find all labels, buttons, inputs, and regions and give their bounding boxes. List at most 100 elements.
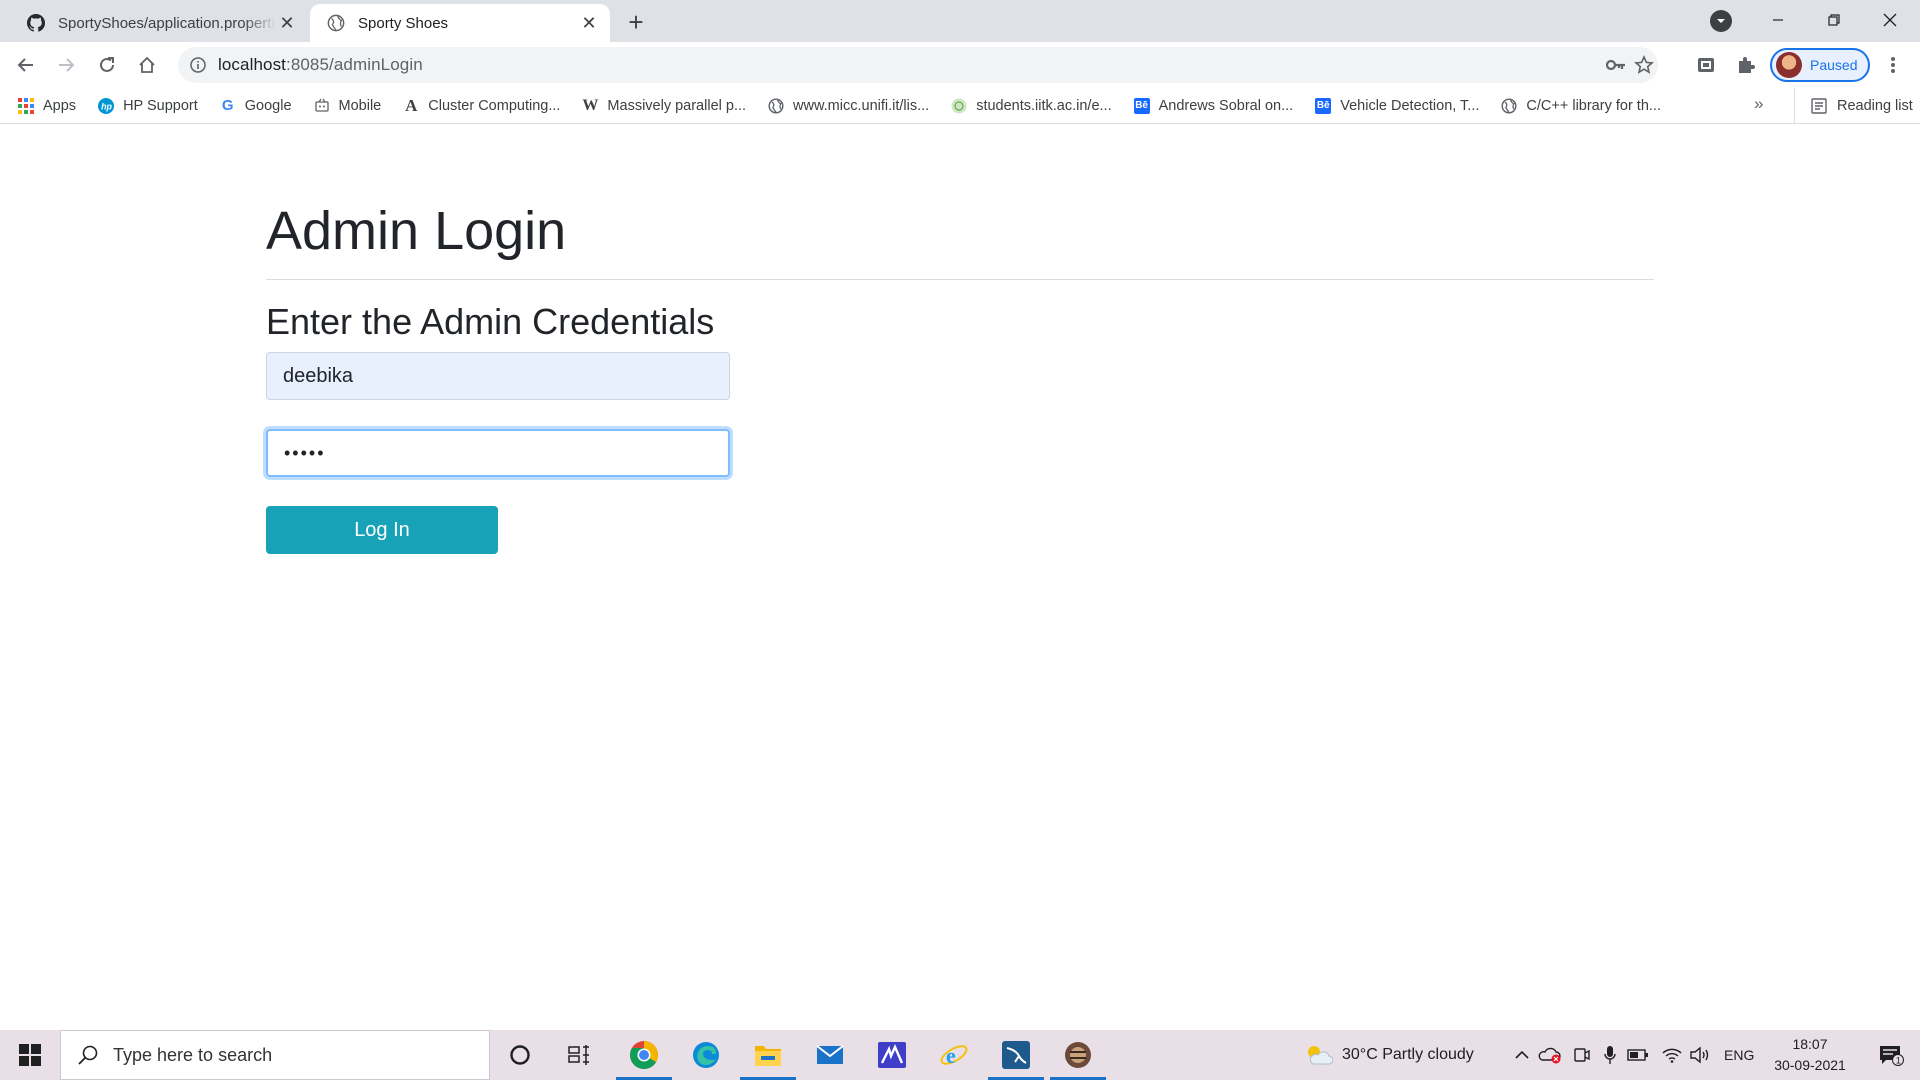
weather-text[interactable]: 30°C Partly cloudy bbox=[1342, 1030, 1474, 1080]
globe-icon bbox=[1501, 97, 1517, 114]
bookmark-mobile[interactable]: Mobile bbox=[314, 97, 382, 114]
file-explorer-icon[interactable] bbox=[738, 1030, 798, 1080]
key-icon[interactable] bbox=[1606, 55, 1626, 75]
bookmark-cpp-library[interactable]: C/C++ library for th... bbox=[1501, 98, 1661, 114]
wifi-icon[interactable] bbox=[1660, 1030, 1684, 1080]
task-view-icon[interactable] bbox=[550, 1030, 610, 1080]
bookmark-label: students.iitk.ac.in/e... bbox=[976, 97, 1112, 114]
mathworks-icon[interactable] bbox=[862, 1030, 922, 1080]
bookmark-students-iitk[interactable]: students.iitk.ac.in/e... bbox=[951, 97, 1112, 114]
tab-title: Sporty Shoes bbox=[358, 14, 449, 32]
forward-arrow-icon[interactable] bbox=[50, 49, 82, 81]
divider bbox=[266, 279, 1654, 280]
globe-icon bbox=[326, 13, 346, 33]
profile-button[interactable]: Paused bbox=[1770, 48, 1870, 82]
microphone-icon[interactable] bbox=[1598, 1030, 1622, 1080]
language-indicator[interactable]: ENG bbox=[1724, 1030, 1754, 1080]
bookmark-massively-parallel[interactable]: W Massively parallel p... bbox=[582, 96, 747, 114]
home-icon[interactable] bbox=[131, 49, 163, 81]
tab-title: SportyShoes/application.properti bbox=[58, 14, 275, 32]
globe-icon bbox=[768, 97, 784, 114]
chevron-up-icon[interactable] bbox=[1510, 1030, 1534, 1080]
site-info-icon[interactable] bbox=[188, 55, 208, 75]
svg-text:e: e bbox=[946, 1043, 956, 1068]
clock[interactable]: 18:07 30-09-2021 bbox=[1760, 1034, 1860, 1076]
bookmark-star-icon[interactable] bbox=[1634, 55, 1654, 75]
mobile-icon bbox=[314, 98, 330, 114]
browser-toolbar: localhost:8085/adminLogin Paused bbox=[0, 42, 1920, 88]
minimize-icon[interactable] bbox=[1750, 0, 1806, 40]
battery-icon[interactable] bbox=[1626, 1030, 1650, 1080]
back-arrow-icon[interactable] bbox=[10, 49, 42, 81]
notification-center-icon[interactable]: 1 bbox=[1866, 1030, 1916, 1080]
apps-grid-icon bbox=[18, 97, 34, 114]
bookmark-cluster-computing[interactable]: A Cluster Computing... bbox=[403, 95, 560, 115]
new-tab-button[interactable]: + bbox=[622, 7, 650, 37]
username-field[interactable]: deebika bbox=[266, 352, 730, 400]
credentials-heading: Enter the Admin Credentials bbox=[266, 301, 715, 342]
bookmark-hp-support[interactable]: hp HP Support bbox=[98, 97, 198, 114]
mysql-workbench-icon[interactable] bbox=[986, 1030, 1046, 1080]
url-host: localhost bbox=[218, 55, 286, 74]
page-content: Admin Login Enter the Admin Credentials … bbox=[0, 125, 1920, 1030]
behance-icon: Bē bbox=[1133, 97, 1150, 114]
avatar bbox=[1776, 52, 1802, 78]
address-bar[interactable]: localhost:8085/adminLogin bbox=[178, 47, 1658, 83]
cortana-icon[interactable] bbox=[490, 1030, 550, 1080]
close-tab-icon[interactable]: ✕ bbox=[276, 12, 298, 34]
eclipse-icon[interactable] bbox=[1048, 1030, 1108, 1080]
bookmark-label: Massively parallel p... bbox=[607, 97, 747, 114]
hp-icon: hp bbox=[98, 97, 115, 114]
bookmark-apps[interactable]: Apps bbox=[18, 97, 77, 114]
profile-status: Paused bbox=[1810, 57, 1858, 73]
login-button[interactable]: Log In bbox=[266, 506, 498, 554]
bookmark-label: C/C++ library for th... bbox=[1526, 97, 1661, 114]
tab-sporty-shoes[interactable]: Sporty Shoes ✕ bbox=[310, 4, 610, 42]
close-tab-icon[interactable]: ✕ bbox=[578, 12, 600, 34]
font-a-icon: A bbox=[405, 95, 418, 115]
volume-icon[interactable] bbox=[1688, 1030, 1712, 1080]
bookmark-label: Andrews Sobral on... bbox=[1158, 97, 1294, 114]
reading-list-button[interactable]: Reading list bbox=[1794, 88, 1913, 124]
kebab-menu-icon[interactable] bbox=[1882, 54, 1904, 76]
internet-explorer-icon[interactable]: e bbox=[924, 1030, 984, 1080]
tab-search-icon[interactable] bbox=[1710, 10, 1732, 32]
github-icon bbox=[26, 13, 46, 33]
bookmark-label: www.micc.unifi.it/lis... bbox=[793, 97, 930, 114]
edge-icon[interactable] bbox=[676, 1030, 736, 1080]
password-field[interactable]: ••••• bbox=[266, 429, 730, 477]
onedrive-error-icon[interactable] bbox=[1538, 1030, 1562, 1080]
windows-taskbar: Type here to search e 30°C Partly cloudy bbox=[0, 1030, 1920, 1080]
bookmark-label: HP Support bbox=[123, 97, 198, 114]
svg-text:hp: hp bbox=[101, 101, 112, 111]
restore-icon[interactable] bbox=[1806, 0, 1862, 40]
windows-start-icon[interactable] bbox=[0, 1030, 60, 1080]
search-icon bbox=[77, 1044, 99, 1066]
meet-now-icon[interactable] bbox=[1570, 1030, 1594, 1080]
extension-app-icon[interactable] bbox=[1695, 54, 1717, 76]
bookmark-google[interactable]: G Google bbox=[220, 97, 292, 114]
weather-partly-cloudy-icon[interactable] bbox=[1304, 1030, 1334, 1080]
bookmark-andrews-sobral[interactable]: Bē Andrews Sobral on... bbox=[1133, 97, 1294, 114]
reading-list-label: Reading list bbox=[1837, 98, 1913, 114]
url-text: localhost:8085/adminLogin bbox=[218, 55, 423, 75]
bookmark-label: Apps bbox=[43, 97, 77, 114]
bookmark-label: Google bbox=[244, 97, 292, 114]
behance-icon: Bē bbox=[1315, 97, 1332, 114]
taskbar-search-input[interactable]: Type here to search bbox=[60, 1030, 490, 1080]
iitk-icon bbox=[951, 98, 967, 114]
bookmark-micc-unifi[interactable]: www.micc.unifi.it/lis... bbox=[768, 98, 929, 114]
tab-github[interactable]: SportyShoes/application.properti ✕ bbox=[12, 4, 308, 42]
reload-icon[interactable] bbox=[91, 49, 123, 81]
browser-tab-strip: SportyShoes/application.properti ✕ Sport… bbox=[0, 0, 1920, 42]
bookmark-label: Mobile bbox=[338, 97, 382, 114]
mail-icon[interactable] bbox=[800, 1030, 860, 1080]
page-title: Admin Login bbox=[266, 201, 567, 261]
google-icon: G bbox=[221, 97, 234, 114]
close-window-icon[interactable] bbox=[1862, 0, 1918, 40]
more-bookmarks-button[interactable]: » bbox=[1754, 94, 1763, 114]
extensions-puzzle-icon[interactable] bbox=[1735, 54, 1757, 76]
chrome-icon[interactable] bbox=[614, 1030, 674, 1080]
bookmark-vehicle-detection[interactable]: Bē Vehicle Detection, T... bbox=[1315, 97, 1479, 114]
wikipedia-icon: W bbox=[582, 96, 599, 114]
